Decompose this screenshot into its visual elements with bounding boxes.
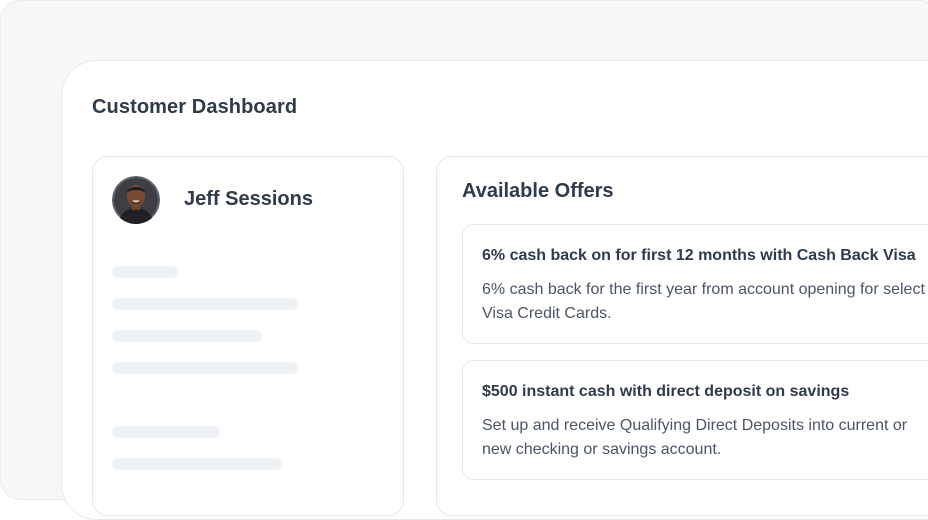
skeleton-line bbox=[112, 266, 178, 278]
skeleton-line bbox=[112, 330, 262, 342]
skeleton-line bbox=[112, 426, 220, 438]
skeleton-line bbox=[112, 458, 282, 470]
page-title: Customer Dashboard bbox=[92, 96, 298, 118]
offers-title: Available Offers bbox=[462, 180, 614, 202]
offer-heading: $500 instant cash with direct deposit on… bbox=[482, 383, 850, 400]
skeleton-line bbox=[112, 362, 298, 374]
skeleton-line bbox=[112, 298, 298, 310]
profile-name: Jeff Sessions bbox=[184, 188, 313, 210]
offer-description: 6% cash back for the first year from acc… bbox=[482, 281, 925, 322]
offer-item-direct-deposit[interactable]: $500 instant cash with direct deposit on… bbox=[462, 360, 928, 480]
person-avatar-icon bbox=[112, 176, 160, 224]
offer-heading: 6% cash back on for first 12 months with… bbox=[482, 247, 916, 264]
offer-item-cash-back-visa[interactable]: 6% cash back on for first 12 months with… bbox=[462, 224, 928, 344]
avatar[interactable] bbox=[112, 176, 160, 224]
offer-description: Set up and receive Qualifying Direct Dep… bbox=[482, 417, 908, 458]
